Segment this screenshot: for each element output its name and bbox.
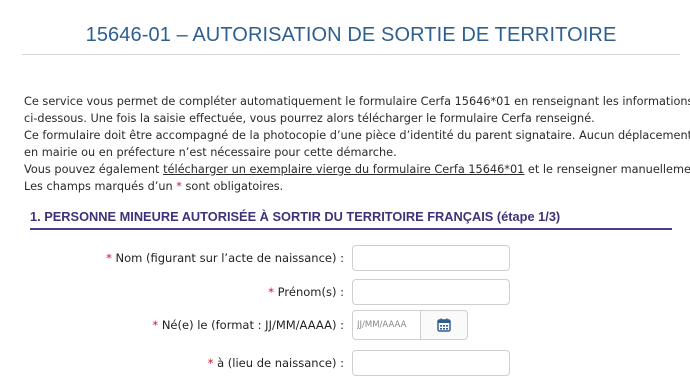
lieu-label: * à (lieu de naissance) : (208, 350, 344, 376)
prenoms-input[interactable] (352, 279, 510, 305)
page-header: 15646-01 – AUTORISATION DE SORTIE DE TER… (22, 18, 680, 55)
intro-text-segment: Les champs marqués d’un (24, 180, 177, 193)
page-title: 15646-01 – AUTORISATION DE SORTIE DE TER… (85, 24, 617, 46)
section-heading: 1. PERSONNE MINEURE AUTORISÉE À SORTIR D… (30, 206, 672, 230)
lieu-naissance-input[interactable] (352, 350, 510, 376)
date-label: * Né(e) le (format : JJ/MM/AAAA) : (152, 310, 344, 340)
form-row-nom: * Nom (figurant sur l’acte de naissance)… (0, 245, 690, 271)
lieu-label-text: à (lieu de naissance) : (213, 356, 344, 370)
nom-label-text: Nom (figurant sur l’acte de naissance) : (111, 251, 344, 265)
intro-line: en mairie ou en préfecture n’est nécessa… (24, 146, 397, 159)
form-row-date-naissance: * Né(e) le (format : JJ/MM/AAAA) : (0, 310, 690, 342)
form-row-prenoms: * Prénom(s) : (0, 279, 690, 305)
intro-line-download: Vous pouvez également télécharger un exe… (24, 161, 690, 178)
nom-input[interactable] (352, 245, 510, 271)
download-blank-cerfa-link[interactable]: télécharger un exemplaire vierge du form… (163, 163, 524, 176)
form-row-lieu: * à (lieu de naissance) : (0, 350, 690, 376)
intro-line-required: Les champs marqués d’un * sont obligatoi… (24, 178, 684, 195)
intro-text-segment: sont obligatoires. (181, 180, 284, 193)
nom-label: * Nom (figurant sur l’acte de naissance)… (106, 245, 344, 271)
section-title: 1. PERSONNE MINEURE AUTORISÉE À SORTIR D… (30, 209, 561, 224)
intro-line: Ce service vous permet de compléter auto… (24, 95, 690, 108)
calendar-button[interactable] (420, 310, 468, 340)
intro-text-segment: Vous pouvez également (24, 163, 164, 176)
birth-date-input[interactable] (352, 310, 420, 340)
intro-line: Ce formulaire doit être accompagné de la… (24, 129, 690, 142)
intro-text-segment: et le renseigner manuellement (524, 163, 690, 176)
prenoms-label: * Prénom(s) : (268, 279, 344, 305)
intro-line: ci-dessous. Une fois la saisie effectuée… (24, 112, 595, 125)
date-label-text: Né(e) le (format : JJ/MM/AAAA) : (158, 318, 344, 332)
calendar-icon (437, 318, 451, 332)
intro-text: Ce service vous permet de compléter auto… (24, 93, 690, 195)
prenoms-label-text: Prénom(s) : (274, 285, 344, 299)
